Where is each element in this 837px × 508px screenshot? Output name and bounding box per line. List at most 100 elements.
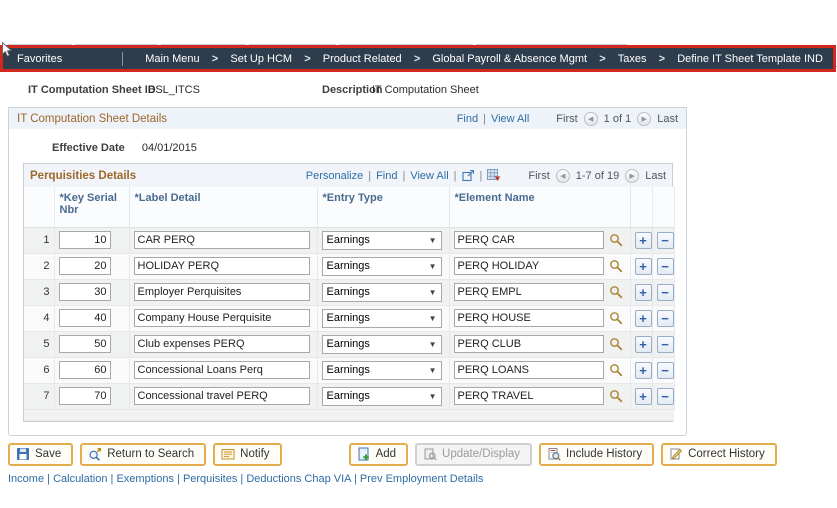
entry-type-select[interactable]: Earnings ▼ [321, 308, 442, 328]
lookup-icon[interactable] [609, 363, 623, 377]
lookup-icon[interactable] [609, 285, 623, 299]
key-serial-nbr-input[interactable] [58, 335, 111, 353]
grid-pagination: First ◀ 1-7 of 19 ▶ Last [528, 168, 666, 183]
footer-link-exemptions[interactable]: Exemptions [116, 473, 173, 485]
next-rows-button[interactable]: ▶ [625, 168, 640, 183]
delete-row-button[interactable]: − [656, 257, 674, 275]
lookup-icon[interactable] [609, 389, 623, 403]
key-serial-nbr-input[interactable] [58, 387, 111, 405]
add-row-button[interactable]: + [634, 387, 652, 405]
add-row-button[interactable]: + [634, 309, 652, 327]
entry-type-select[interactable]: Earnings ▼ [321, 230, 442, 250]
notify-icon [221, 449, 235, 460]
element-name-input[interactable] [453, 309, 604, 327]
key-serial-nbr-input[interactable] [58, 283, 111, 301]
breadcrumb-item-define-it-sheet-template-ind[interactable]: Define IT Sheet Template IND [677, 53, 823, 65]
mouse-cursor-icon [2, 42, 13, 57]
lookup-icon[interactable] [609, 337, 623, 351]
dropdown-arrow-icon: ▼ [428, 313, 437, 323]
footer-link-perquisites[interactable]: Perquisites [183, 473, 237, 485]
lookup-icon[interactable] [609, 233, 623, 247]
delete-row-button[interactable]: − [656, 387, 674, 405]
breadcrumb-divider [122, 51, 124, 66]
key-serial-nbr-input[interactable] [58, 361, 111, 379]
add-button[interactable]: Add [348, 442, 409, 466]
personalize-link[interactable]: Personalize [306, 170, 363, 182]
breadcrumb-item-main-menu[interactable]: Main Menu [145, 53, 199, 65]
add-row-button[interactable]: + [634, 361, 652, 379]
separator: | [402, 169, 406, 182]
element-name-input[interactable] [453, 387, 604, 405]
breadcrumb-item-product-related[interactable]: Product Related [323, 53, 402, 65]
download-to-excel-icon[interactable] [487, 169, 501, 182]
save-button[interactable]: Save [8, 442, 74, 466]
effective-date-value: 04/01/2015 [141, 142, 197, 154]
breadcrumb-item-global-payroll-absence-mgmt[interactable]: Global Payroll & Absence Mgmt [432, 53, 587, 65]
label-detail-input[interactable] [133, 335, 310, 353]
lookup-icon[interactable] [609, 259, 623, 273]
footer-link-separator: | [350, 472, 360, 485]
previous-page-button[interactable]: ◀ [583, 111, 598, 126]
footer-link-prev-employment-details[interactable]: Prev Employment Details [360, 473, 484, 485]
previous-rows-button[interactable]: ◀ [555, 168, 570, 183]
key-serial-nbr-input[interactable] [58, 257, 111, 275]
footer-link-separator: | [173, 472, 183, 485]
lookup-icon[interactable] [609, 311, 623, 325]
label-detail-input[interactable] [133, 257, 310, 275]
breadcrumb-item-set-up-hcm[interactable]: Set Up HCM [230, 53, 292, 65]
next-page-button[interactable]: ▶ [637, 111, 652, 126]
entry-type-select[interactable]: Earnings ▼ [321, 360, 442, 380]
key-serial-nbr-input[interactable] [58, 309, 111, 327]
footer-link-deductions-chap-via[interactable]: Deductions Chap VIA [246, 473, 351, 485]
grid-view-all-link[interactable]: View All [410, 170, 448, 182]
delete-row-button[interactable]: − [656, 309, 674, 327]
notify-button[interactable]: Notify [213, 442, 282, 466]
delete-row-button[interactable]: − [656, 335, 674, 353]
key-serial-nbr-input[interactable] [58, 231, 111, 249]
save-icon [17, 448, 29, 460]
add-row-button[interactable]: + [634, 335, 652, 353]
footer-link-calculation[interactable]: Calculation [53, 473, 107, 485]
element-name-input[interactable] [453, 231, 604, 249]
include-history-icon [548, 448, 561, 461]
table-row: 2 Earnings ▼ + − [24, 253, 675, 280]
element-name-input[interactable] [453, 361, 604, 379]
sheet-id-value: BSL_ITCS [148, 84, 200, 96]
entry-type-select[interactable]: Earnings ▼ [321, 386, 442, 406]
delete-row-button[interactable]: − [656, 361, 674, 379]
correct-history-button[interactable]: Correct History [661, 442, 777, 466]
element-name-input[interactable] [453, 335, 604, 353]
entry-type-value: Earnings [326, 260, 370, 272]
element-name-input[interactable] [453, 257, 604, 275]
label-detail-input[interactable] [133, 283, 310, 301]
entry-type-select[interactable]: Earnings ▼ [321, 256, 442, 276]
include-history-button[interactable]: Include History [539, 442, 655, 466]
delete-row-button[interactable]: − [656, 231, 674, 249]
entry-type-value: Earnings [326, 234, 370, 246]
entry-type-value: Earnings [326, 312, 370, 324]
section-view-all-link[interactable]: View All [491, 113, 529, 125]
breadcrumb-item-taxes[interactable]: Taxes [618, 53, 647, 65]
breadcrumb-separator: > [599, 52, 606, 65]
key-serial-nbr-column-header: *Key Serial Nbr [54, 187, 130, 228]
label-detail-input[interactable] [133, 231, 310, 249]
delete-row-button[interactable]: − [656, 283, 674, 301]
breadcrumb-favorites[interactable]: Favorites [17, 53, 62, 65]
pagination-first-label: First [556, 112, 578, 125]
grid-find-link[interactable]: Find [376, 170, 397, 182]
entry-type-select[interactable]: Earnings ▼ [321, 282, 442, 302]
effective-date-row: Effective Date 04/01/2015 [9, 129, 686, 160]
add-row-button[interactable]: + [634, 257, 652, 275]
update-display-button[interactable]: Update/Display [415, 442, 533, 466]
add-row-button[interactable]: + [634, 283, 652, 301]
entry-type-select[interactable]: Earnings ▼ [321, 334, 442, 354]
label-detail-input[interactable] [133, 361, 310, 379]
zoom-grid-icon[interactable] [461, 169, 475, 182]
label-detail-input[interactable] [133, 387, 310, 405]
label-detail-input[interactable] [133, 309, 310, 327]
element-name-input[interactable] [453, 283, 604, 301]
footer-link-income[interactable]: Income [8, 473, 44, 485]
add-row-button[interactable]: + [634, 231, 652, 249]
section-find-link[interactable]: Find [457, 113, 478, 125]
return-to-search-button[interactable]: Return to Search [80, 442, 207, 466]
